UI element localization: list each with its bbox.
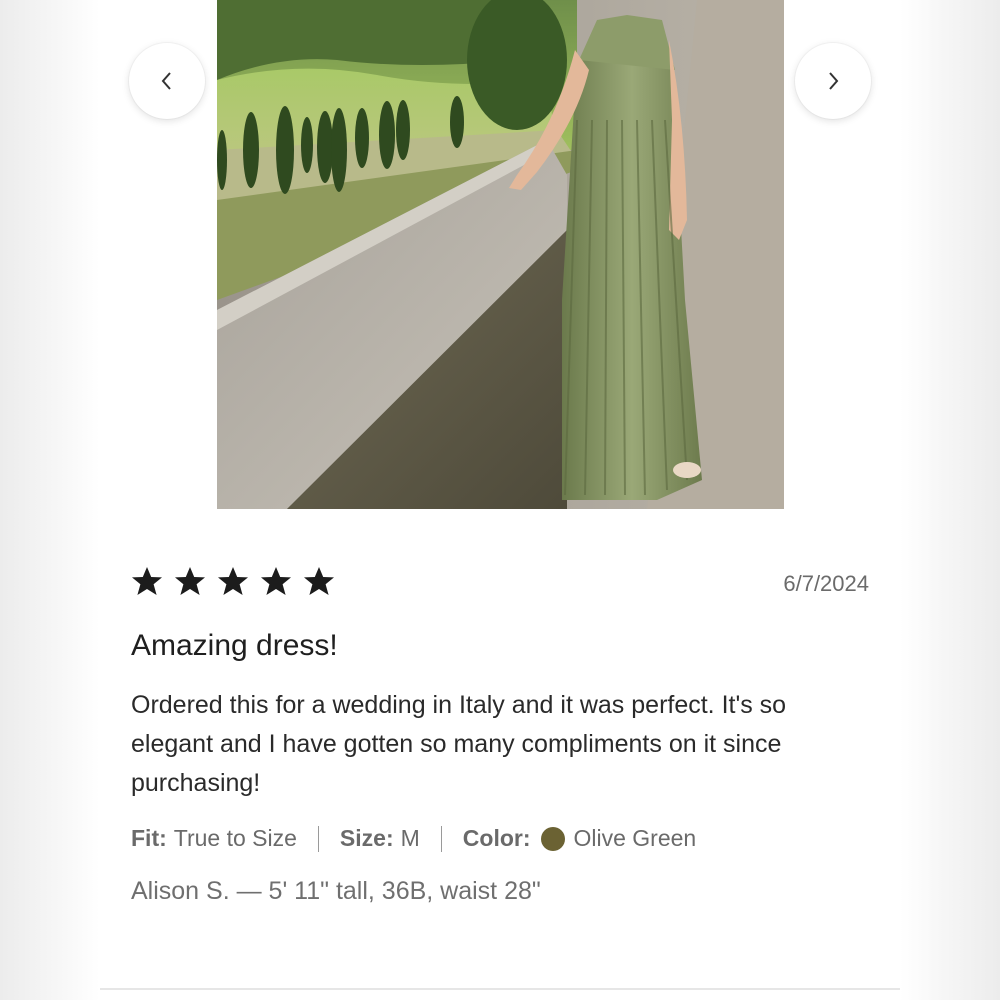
review-body: Ordered this for a wedding in Italy and …	[131, 691, 787, 797]
review-date: 6/7/2024	[783, 571, 869, 596]
fit-label: Fit:	[131, 825, 167, 851]
color-label: Color:	[462, 825, 531, 851]
divider	[100, 988, 900, 990]
review-attributes: Fit: True to Size Size: M Color: Olive G…	[131, 825, 696, 852]
size-value: M	[400, 825, 420, 851]
star-rating	[131, 566, 335, 598]
page: 6/7/2024 Amazing dress! Ordered this for…	[0, 0, 1000, 1000]
fit-value: True to Size	[173, 825, 297, 851]
attr-separator	[440, 825, 442, 852]
review-title: Amazing dress!	[131, 629, 338, 662]
chevron-right-icon	[829, 72, 839, 90]
attr-separator	[317, 825, 319, 852]
chevron-left-icon	[161, 72, 171, 90]
star-filled-icon	[175, 567, 205, 595]
reviewer-info: Alison S. — 5' 11" tall, 36B, waist 28"	[131, 877, 541, 905]
star-filled-icon	[132, 567, 162, 595]
review-photo-image	[217, 0, 784, 509]
carousel-prev-button[interactable]	[129, 43, 205, 119]
star-filled-icon	[304, 567, 334, 595]
color-swatch	[540, 826, 565, 851]
color-value: Olive Green	[573, 825, 697, 851]
star-filled-icon	[261, 567, 291, 595]
star-filled-icon	[218, 567, 248, 595]
review-photo[interactable]	[217, 0, 784, 509]
carousel-next-button[interactable]	[795, 43, 871, 119]
size-label: Size:	[339, 825, 394, 851]
